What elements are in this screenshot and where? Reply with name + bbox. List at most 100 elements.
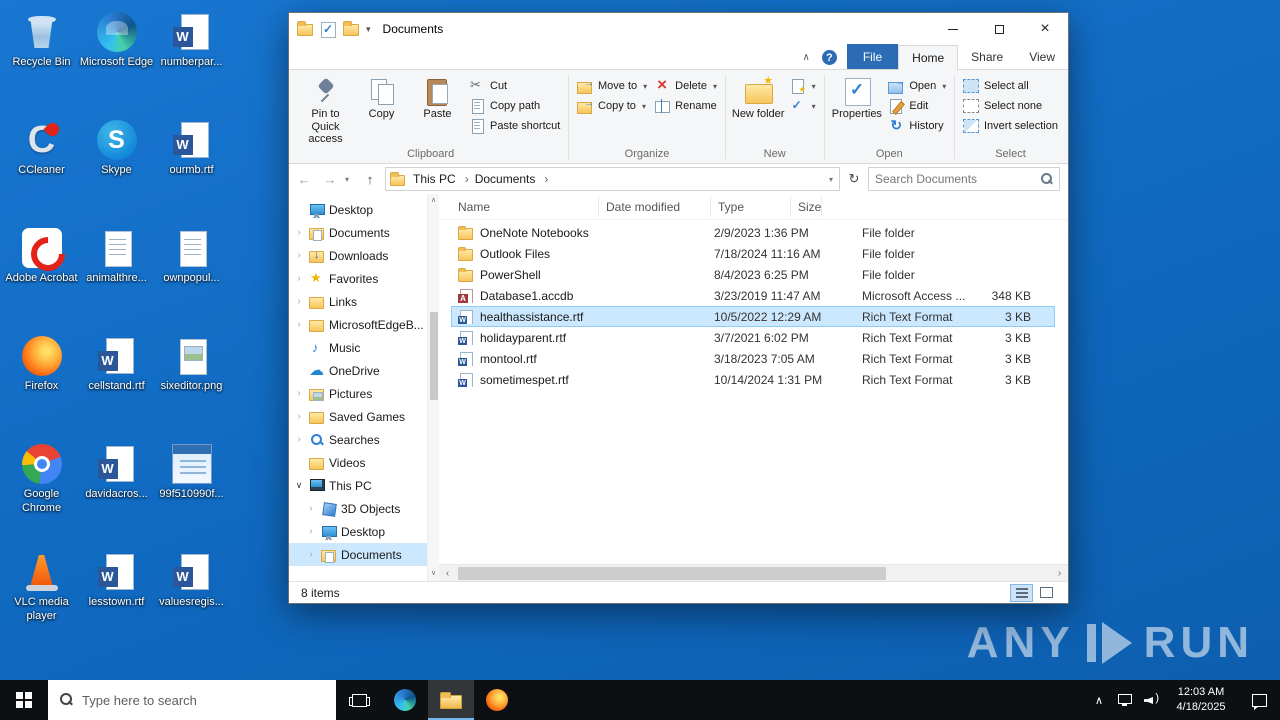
column-header[interactable]: Size xyxy=(791,196,823,217)
minimize-button[interactable] xyxy=(930,13,976,45)
file-row[interactable]: OneNote Notebooks 2/9/2023 1:36 PM File … xyxy=(451,222,1055,243)
task-view-button[interactable] xyxy=(336,680,382,720)
qat-dropdown-icon[interactable]: ▾ xyxy=(366,24,371,35)
nav-item[interactable]: Downloads xyxy=(289,244,427,267)
nav-item[interactable]: Documents xyxy=(289,543,427,566)
desktop-icon[interactable]: 99f510990f... xyxy=(154,438,229,546)
ribbon-tab[interactable]: Share xyxy=(958,45,1016,69)
new-folder-button[interactable]: New folder xyxy=(731,73,786,121)
scroll-right-icon[interactable]: › xyxy=(1051,568,1068,579)
taskbar-clock[interactable]: 12:03 AM 4/18/2025 xyxy=(1164,685,1238,715)
breadcrumb-item[interactable]: Documents xyxy=(472,170,552,188)
file-row[interactable]: PowerShell 8/4/2023 6:25 PM File folder xyxy=(451,264,1055,285)
pin-to-quick-access-button[interactable]: Pin to Quick access xyxy=(298,73,353,146)
nav-item[interactable]: Searches xyxy=(289,428,427,451)
maximize-button[interactable] xyxy=(976,13,1022,45)
expander-icon[interactable] xyxy=(293,227,305,238)
desktop-icon[interactable]: Firefox xyxy=(4,330,79,438)
large-icons-view-button[interactable] xyxy=(1035,584,1058,602)
scroll-left-icon[interactable]: ‹ xyxy=(439,568,456,579)
desktop-icon[interactable]: Skype xyxy=(79,114,154,222)
nav-item[interactable]: 3D Objects xyxy=(289,497,427,520)
expander-icon[interactable] xyxy=(293,319,305,330)
horizontal-scrollbar[interactable]: ‹ › xyxy=(439,564,1068,581)
help-icon[interactable]: ? xyxy=(821,50,837,65)
expander-icon[interactable] xyxy=(293,411,305,422)
action-center-button[interactable] xyxy=(1238,693,1280,710)
invert-selection-button[interactable]: Invert selection xyxy=(960,118,1061,134)
hidden-icons-button[interactable]: ∧ xyxy=(1086,680,1112,720)
desktop-icon[interactable]: sixeditor.png xyxy=(154,330,229,438)
scrollbar-thumb[interactable] xyxy=(430,312,438,400)
select-none-button[interactable]: Select none xyxy=(960,98,1061,114)
expander-icon[interactable] xyxy=(293,296,305,307)
network-icon[interactable] xyxy=(1112,680,1138,720)
new-folder-quick-icon[interactable] xyxy=(343,21,359,36)
expander-icon[interactable] xyxy=(293,273,305,284)
back-button[interactable]: ← xyxy=(293,172,315,187)
file-row[interactable]: Database1.accdb 3/23/2019 11:47 AM Micro… xyxy=(451,285,1055,306)
taskbar-search-input[interactable] xyxy=(82,692,325,708)
forward-button[interactable]: → xyxy=(319,172,341,187)
search-input[interactable] xyxy=(875,172,1036,186)
desktop-icon[interactable]: CCleaner xyxy=(4,114,79,222)
address-bar[interactable]: This PC Documents ▾ xyxy=(385,167,840,191)
scroll-down-icon[interactable]: ∨ xyxy=(428,567,439,581)
nav-item[interactable]: Links xyxy=(289,290,427,313)
delete-button[interactable]: Delete ▾ xyxy=(651,75,720,95)
nav-item[interactable]: Favorites xyxy=(289,267,427,290)
details-view-button[interactable] xyxy=(1010,583,1033,602)
properties-quick-icon[interactable] xyxy=(320,22,336,38)
column-header[interactable]: Date modified xyxy=(599,196,711,217)
copy-path-button[interactable]: Copy path xyxy=(466,98,563,114)
nav-item[interactable]: MicrosoftEdgeB... xyxy=(289,313,427,336)
recent-locations-icon[interactable]: ▾ xyxy=(345,175,355,184)
taskbar-edge-button[interactable] xyxy=(382,680,428,720)
desktop-icon[interactable]: Microsoft Edge xyxy=(79,6,154,114)
desktop-icon[interactable]: lesstown.rtf xyxy=(79,546,154,654)
taskbar-firefox-button[interactable] xyxy=(474,680,520,720)
up-button[interactable]: ↑ xyxy=(359,172,381,187)
properties-button[interactable]: Properties xyxy=(829,73,884,121)
nav-item[interactable]: Documents xyxy=(289,221,427,244)
file-row[interactable]: holidayparent.rtf 3/7/2021 6:02 PM Rich … xyxy=(451,327,1055,348)
taskbar-file-explorer-button[interactable] xyxy=(428,680,474,720)
refresh-icon[interactable]: ↻ xyxy=(844,171,864,187)
desktop-icon[interactable]: ourmb.rtf xyxy=(154,114,229,222)
desktop-icon[interactable]: ownpopul... xyxy=(154,222,229,330)
nav-scrollbar[interactable]: ∧ ∨ xyxy=(427,194,439,581)
paste-shortcut-button[interactable]: Paste shortcut xyxy=(466,118,563,134)
ribbon-tab[interactable]: File xyxy=(846,44,899,69)
desktop-icon[interactable]: Google Chrome xyxy=(4,438,79,546)
file-row[interactable]: Outlook Files 7/18/2024 11:16 AM File fo… xyxy=(451,243,1055,264)
nav-item[interactable]: Saved Games xyxy=(289,405,427,428)
ribbon-collapse-icon[interactable]: ∧ xyxy=(802,52,809,63)
ribbon-tab[interactable]: View xyxy=(1016,45,1068,69)
desktop-icon[interactable]: davidacros... xyxy=(79,438,154,546)
scrollbar-thumb[interactable] xyxy=(458,567,887,580)
copy-to-button[interactable]: Copy to ▾ xyxy=(574,98,650,114)
expander-icon[interactable] xyxy=(305,526,317,537)
expander-icon[interactable] xyxy=(293,250,305,261)
desktop-icon[interactable]: Adobe Acrobat xyxy=(4,222,79,330)
cut-button[interactable]: Cut xyxy=(466,77,563,94)
taskbar-search[interactable] xyxy=(48,680,336,720)
column-header[interactable]: Name xyxy=(451,196,599,217)
file-row[interactable]: montool.rtf 3/18/2023 7:05 AM Rich Text … xyxy=(451,348,1055,369)
paste-button[interactable]: Paste xyxy=(410,73,465,121)
column-header[interactable]: Type xyxy=(711,196,791,217)
scrollbar-track[interactable] xyxy=(456,565,1051,581)
rename-button[interactable]: Rename xyxy=(651,98,720,114)
scroll-up-icon[interactable]: ∧ xyxy=(428,194,439,208)
desktop-icon[interactable]: VLC media player xyxy=(4,546,79,654)
close-button[interactable]: × xyxy=(1022,13,1068,45)
nav-item[interactable]: OneDrive xyxy=(289,359,427,382)
nav-item[interactable]: This PC xyxy=(289,474,427,497)
new-item-button[interactable]: ▾ xyxy=(787,78,819,94)
select-all-button[interactable]: Select all xyxy=(960,78,1061,94)
desktop-icon[interactable]: animalthre... xyxy=(79,222,154,330)
desktop-icon[interactable]: Recycle Bin xyxy=(4,6,79,114)
edit-button[interactable]: Edit xyxy=(885,98,949,114)
move-to-button[interactable]: Move to ▾ xyxy=(574,78,650,94)
nav-item[interactable]: Videos xyxy=(289,451,427,474)
